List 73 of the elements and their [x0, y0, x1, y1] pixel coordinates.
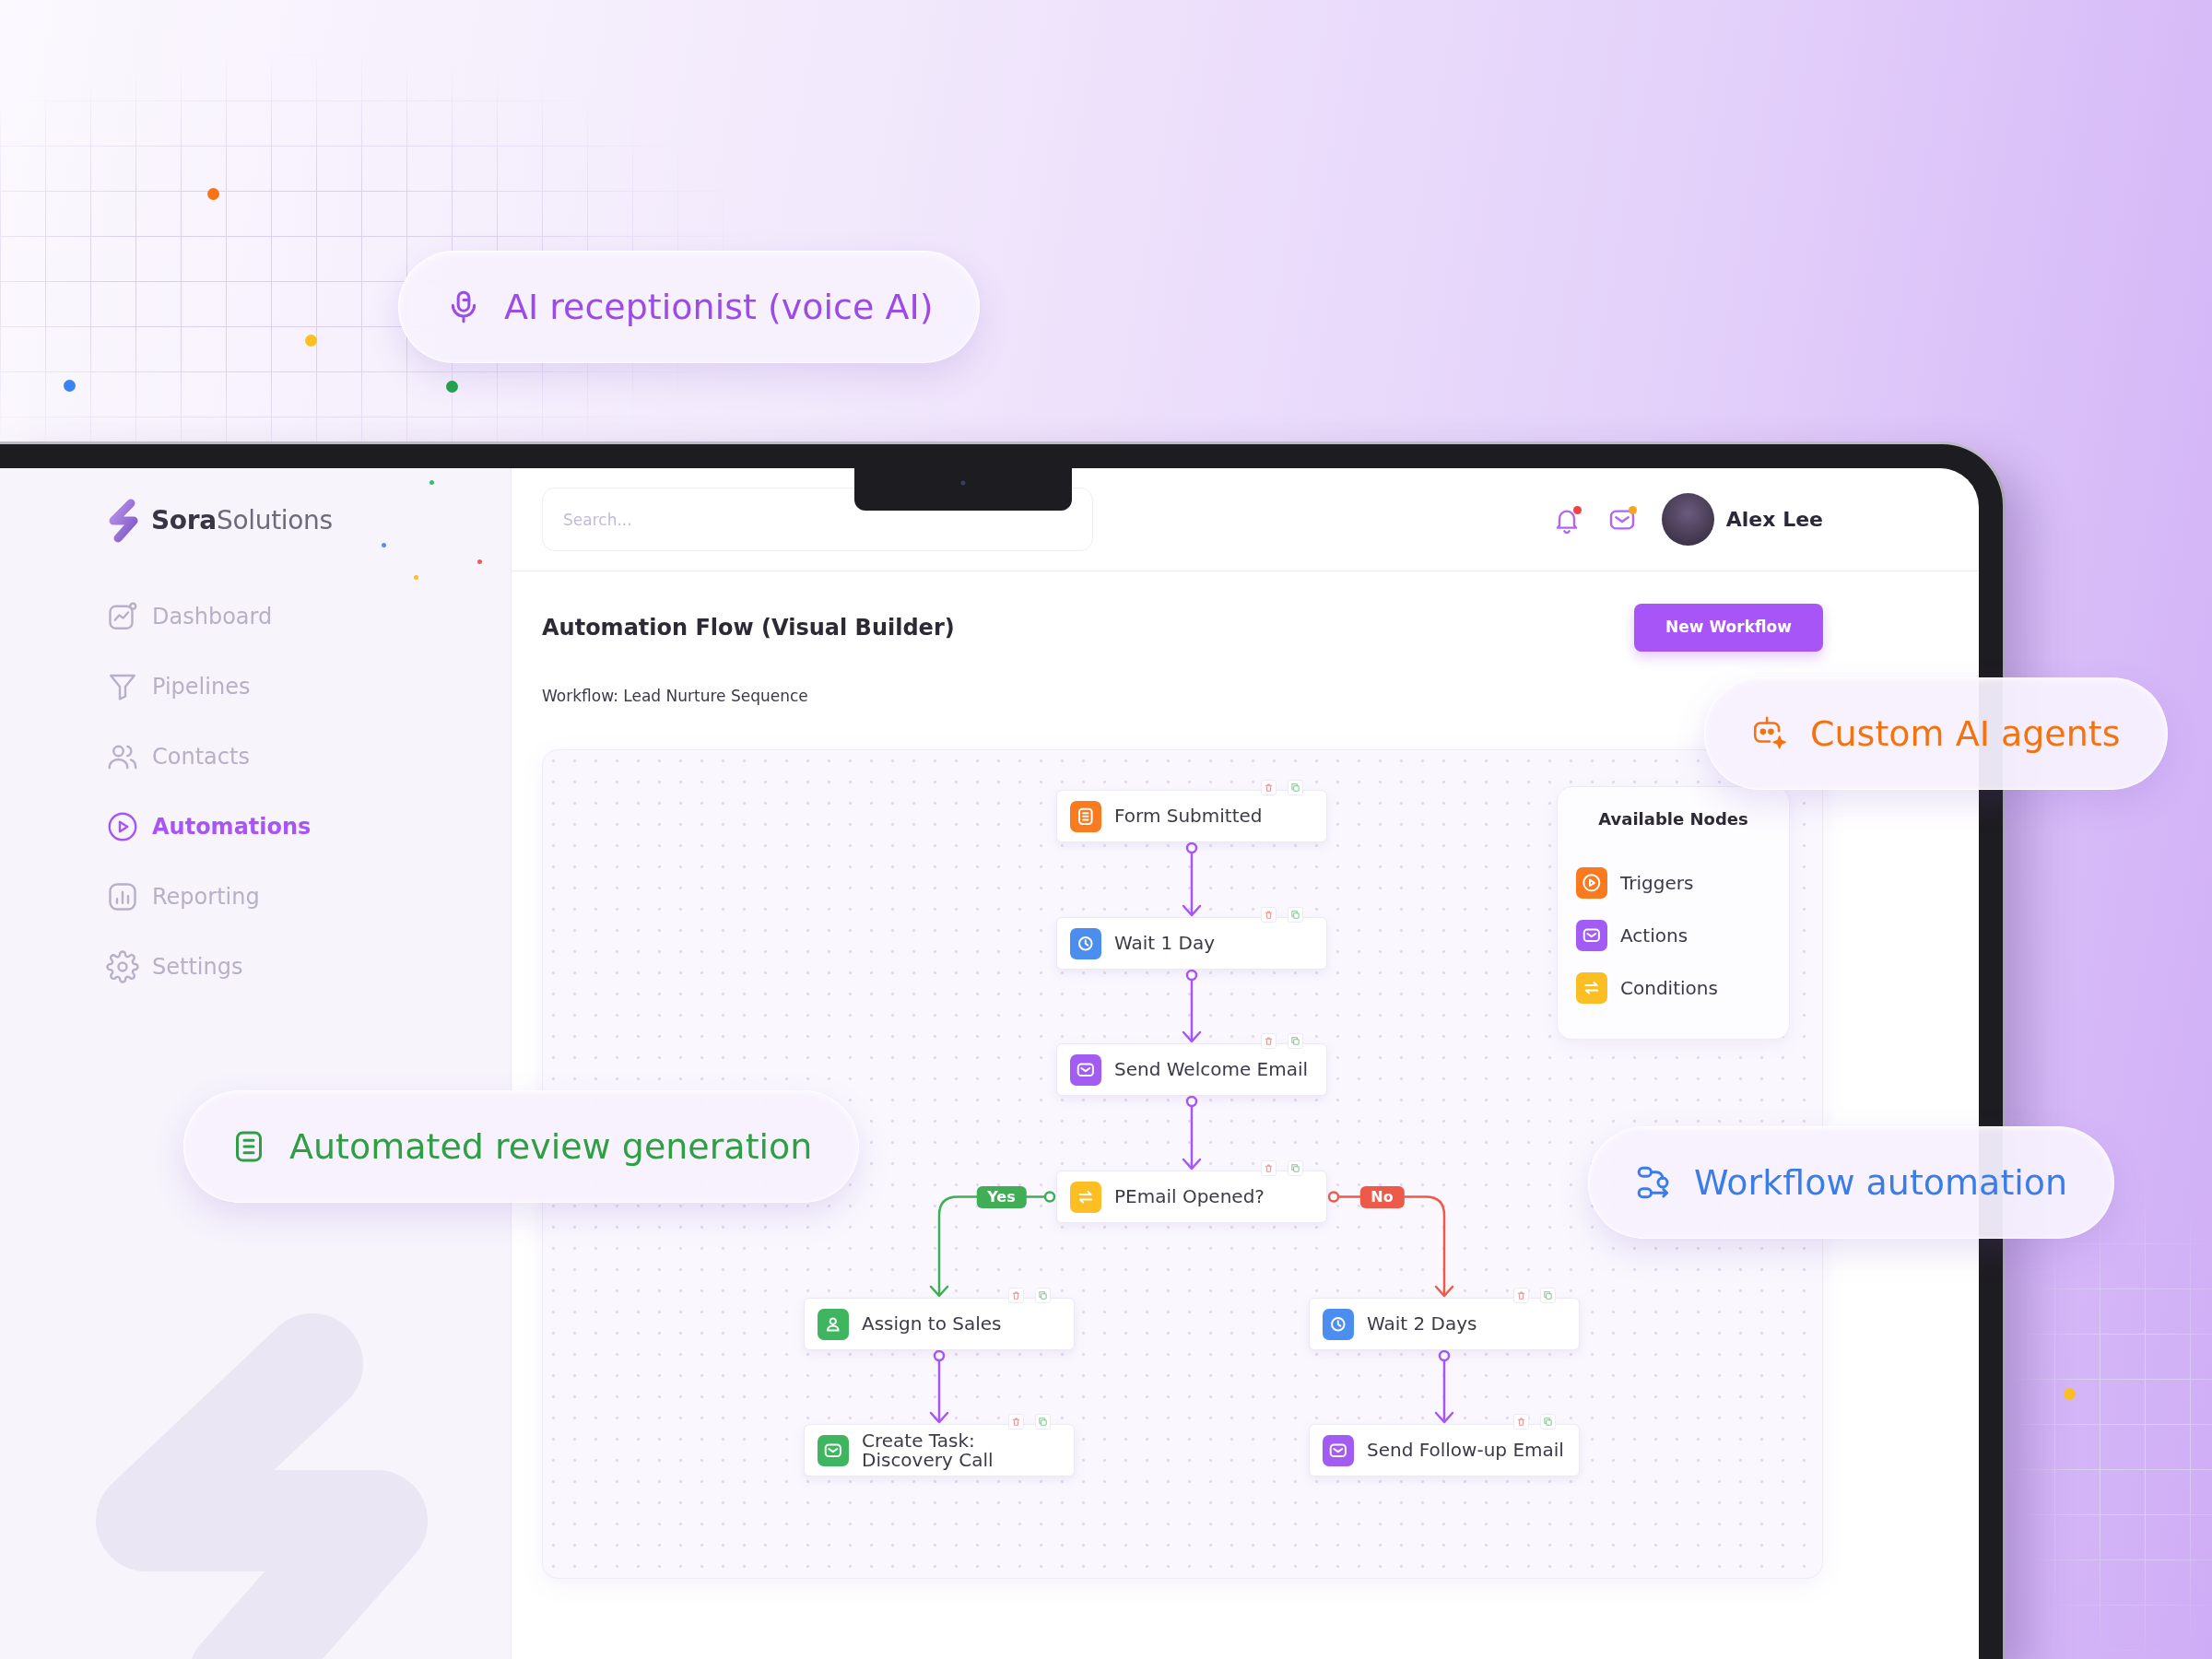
play-circle-icon [106, 810, 139, 843]
flow-node[interactable]: Send Follow-up Email [1309, 1424, 1580, 1477]
node-label: Form Submitted [1114, 806, 1263, 826]
nav-item[interactable]: Automations [106, 808, 312, 845]
feature-label: Workflow automation [1694, 1165, 2068, 1200]
palette-item[interactable]: Actions [1576, 920, 1688, 951]
delete-button[interactable] [1008, 1288, 1024, 1303]
copy-icon [1543, 1417, 1553, 1427]
delete-button[interactable] [1261, 1033, 1277, 1049]
new-workflow-button[interactable]: New Workflow [1634, 604, 1823, 652]
feature-label: Custom AI agents [1810, 716, 2121, 751]
copy-icon [1543, 1290, 1553, 1300]
node-label: Wait 1 Day [1114, 934, 1216, 953]
flow-node[interactable]: Wait 2 Days [1309, 1298, 1580, 1350]
duplicate-button[interactable] [1288, 907, 1303, 923]
workflow-name: Workflow: Lead Nurture Sequence [542, 687, 808, 705]
page-title: Automation Flow (Visual Builder) [542, 614, 955, 641]
flow-node[interactable]: Assign to Sales [804, 1298, 1075, 1350]
delete-button[interactable] [1008, 1414, 1024, 1430]
flow-node[interactable]: PEmail Opened? [1056, 1171, 1327, 1223]
trash-icon [1011, 1290, 1021, 1300]
dot-icon [445, 380, 458, 393]
bar-chart-icon [106, 880, 139, 913]
trash-icon [1264, 1163, 1274, 1173]
trash-icon [1264, 910, 1274, 920]
delete-button[interactable] [1513, 1288, 1529, 1303]
feature-label: AI receptionist (voice AI) [504, 289, 934, 324]
user-name: Alex Lee [1725, 507, 1823, 533]
brand-name: SoraSolutions [151, 504, 333, 537]
trash-icon [1264, 782, 1274, 793]
branch-label: Yes [976, 1185, 1027, 1208]
node-label: Assign to Sales [862, 1314, 1002, 1334]
avatar[interactable] [1661, 493, 1714, 546]
trash-icon [1011, 1417, 1021, 1427]
copy-icon [1038, 1417, 1048, 1427]
copy-icon [1290, 782, 1300, 793]
dot-icon [2063, 1387, 2076, 1400]
flow-node[interactable]: Create Task: Discovery Call [804, 1424, 1075, 1477]
delete-button[interactable] [1513, 1414, 1529, 1430]
flow-node[interactable]: Send Welcome Email [1056, 1043, 1327, 1096]
flow-node[interactable]: Form Submitted [1056, 790, 1327, 842]
palette-title: Available Nodes [1598, 809, 1748, 830]
node-label: Send Welcome Email [1114, 1060, 1309, 1079]
trash-icon [1516, 1290, 1526, 1300]
trash-icon [1516, 1417, 1526, 1427]
settings-icon [106, 950, 139, 983]
node-label: Wait 2 Days [1367, 1314, 1477, 1334]
duplicate-button[interactable] [1035, 1288, 1051, 1303]
trash-icon [1264, 1036, 1274, 1046]
dot-icon [63, 379, 76, 392]
node-label: Create Task: Discovery Call [862, 1430, 994, 1470]
dot-icon [206, 187, 219, 200]
copy-icon [1290, 1036, 1300, 1046]
duplicate-button[interactable] [1540, 1414, 1556, 1430]
palette-item[interactable]: Conditions [1576, 972, 1718, 1004]
copy-icon [1038, 1290, 1048, 1300]
branch-label: No [1359, 1185, 1405, 1208]
flow-node[interactable]: Wait 1 Day [1056, 917, 1327, 970]
copy-icon [1290, 910, 1300, 920]
dot-icon [304, 334, 317, 347]
duplicate-button[interactable] [1288, 1033, 1303, 1049]
delete-button[interactable] [1261, 1160, 1277, 1176]
palette-item[interactable]: Triggers [1576, 867, 1694, 899]
duplicate-button[interactable] [1540, 1288, 1556, 1303]
duplicate-button[interactable] [1035, 1414, 1051, 1430]
node-label: PEmail Opened? [1114, 1187, 1265, 1206]
feature-label: Automated review generation [289, 1129, 813, 1164]
delete-button[interactable] [1261, 907, 1277, 923]
duplicate-button[interactable] [1288, 780, 1303, 795]
node-label: Send Follow-up Email [1367, 1441, 1564, 1460]
copy-icon [1290, 1163, 1300, 1173]
delete-button[interactable] [1261, 780, 1277, 795]
duplicate-button[interactable] [1288, 1160, 1303, 1176]
